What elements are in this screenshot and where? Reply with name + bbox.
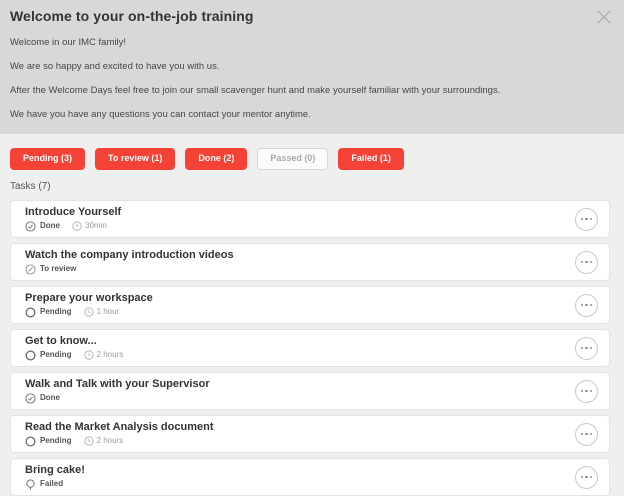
modal-body: Pending (3) To review (1) Done (2) Passe… [0,134,624,496]
intro-paragraph: We have you have any questions you can c… [10,109,612,120]
task-status-label: To review [40,265,76,273]
task-card[interactable]: Prepare your workspace [10,286,610,324]
intro-paragraph: Welcome in our IMC family! [10,37,612,48]
task-meta: Pending 2 hours [25,436,213,447]
task-duration: 2 hours [84,436,124,446]
task-status: To review [25,264,76,275]
task-info: Get to know... [25,336,123,361]
task-title: Prepare your workspace [25,293,153,304]
status-filter-row: Pending (3) To review (1) Done (2) Passe… [10,148,610,170]
status-filter-label: To review (1) [108,153,162,163]
status-filter-label: Failed (1) [351,153,391,163]
task-info: Prepare your workspace [25,293,153,318]
status-filter-button[interactable]: Pending (3) [10,148,85,170]
ellipsis-icon [581,476,593,479]
task-menu-button[interactable] [575,380,598,403]
task-meta: Done 30min [25,221,121,232]
task-meta: Pending 2 hours [25,350,123,361]
task-duration-label: 2 hours [97,437,124,445]
task-menu-button[interactable] [575,466,598,489]
task-menu-button[interactable] [575,294,598,317]
status-filter-label: Done (2) [198,153,234,163]
clock-icon [72,221,82,231]
task-title: Walk and Talk with your Supervisor [25,379,210,390]
task-info: Introduce Yourself [25,207,121,232]
review-icon [25,264,36,275]
task-status-label: Done [40,394,60,402]
clock-icon [84,307,94,317]
task-duration-label: 30min [85,222,107,230]
task-status: Pending [25,307,72,318]
task-title: Read the Market Analysis document [25,422,213,433]
done-icon [25,393,36,404]
tasks-count-label: Tasks (7) [10,181,610,192]
task-info: Read the Market Analysis document [25,422,213,447]
task-title: Introduce Yourself [25,207,121,218]
status-filter-label: Passed (0) [270,153,315,163]
task-meta: Pending 1 hour [25,307,153,318]
task-status: Done [25,393,60,404]
task-menu-button[interactable] [575,337,598,360]
task-duration: 2 hours [84,350,124,360]
task-status-label: Done [40,222,60,230]
ellipsis-icon [581,433,593,436]
intro-paragraph: After the Welcome Days feel free to join… [10,85,612,96]
task-status-label: Pending [40,351,72,359]
clock-icon [84,436,94,446]
task-status: Done [25,221,60,232]
status-filter-button[interactable]: Passed (0) [257,148,328,170]
onboarding-modal: Welcome to your on-the-job training Welc… [0,0,624,496]
done-icon [25,221,36,232]
task-card[interactable]: Read the Market Analysis document [10,415,610,453]
task-meta: To review [25,264,234,275]
ellipsis-icon [581,218,593,221]
task-duration-label: 1 hour [97,308,120,316]
ellipsis-icon [581,347,593,350]
ellipsis-icon [581,304,593,307]
task-card[interactable]: Watch the company introduction videos [10,243,610,281]
task-menu-button[interactable] [575,423,598,446]
task-meta: Done [25,393,210,404]
task-status-label: Failed [40,480,63,488]
task-card[interactable]: Get to know... [10,329,610,367]
pending-icon [25,350,36,361]
modal-title: Welcome to your on-the-job training [10,8,612,24]
task-status: Pending [25,350,72,361]
task-info: Bring cake! [25,465,85,490]
status-filter-label: Pending (3) [23,153,72,163]
ellipsis-icon [581,261,593,264]
task-info: Walk and Talk with your Supervisor [25,379,210,404]
ellipsis-icon [581,390,593,393]
task-info: Watch the company introduction videos [25,250,234,275]
task-title: Bring cake! [25,465,85,476]
close-button[interactable] [592,6,616,30]
task-status-label: Pending [40,308,72,316]
failed-icon [25,479,36,490]
task-status-label: Pending [40,437,72,445]
pending-icon [25,307,36,318]
task-duration-label: 2 hours [97,351,124,359]
modal-header: Welcome to your on-the-job training Welc… [0,0,624,134]
intro-paragraph: We are so happy and excited to have you … [10,61,612,72]
close-icon [593,6,615,31]
task-card[interactable]: Bring cake! [10,458,610,496]
task-meta: Failed [25,479,85,490]
status-filter-button[interactable]: To review (1) [95,148,175,170]
task-duration: 30min [72,221,107,231]
task-title: Watch the company introduction videos [25,250,234,261]
task-card[interactable]: Walk and Talk with your Supervisor [10,372,610,410]
task-status: Pending [25,436,72,447]
task-menu-button[interactable] [575,208,598,231]
task-card[interactable]: Introduce Yourself [10,200,610,238]
status-filter-button[interactable]: Failed (1) [338,148,404,170]
clock-icon [84,350,94,360]
task-list: Introduce Yourself [10,200,610,496]
status-filter-button[interactable]: Done (2) [185,148,247,170]
pending-icon [25,436,36,447]
task-status: Failed [25,479,63,490]
task-title: Get to know... [25,336,123,347]
task-duration: 1 hour [84,307,120,317]
task-menu-button[interactable] [575,251,598,274]
